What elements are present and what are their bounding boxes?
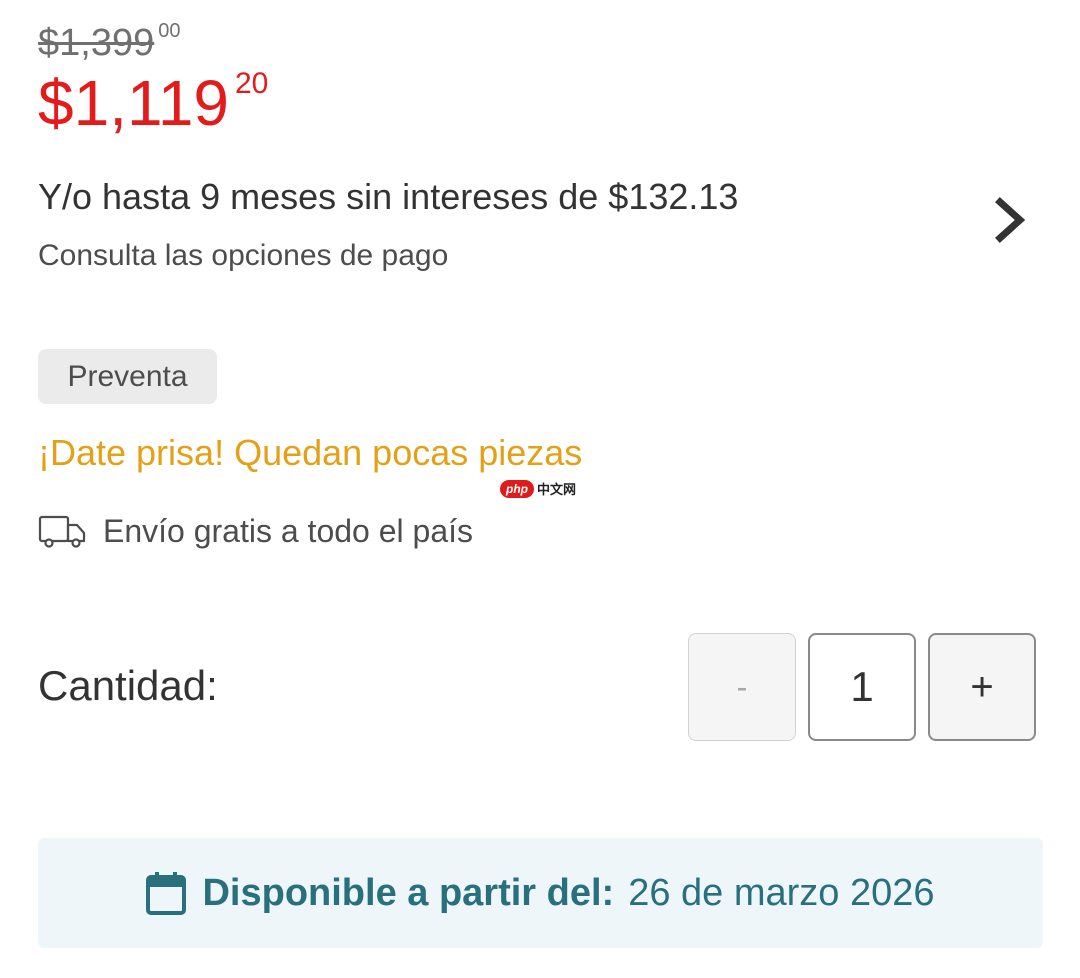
- shipping-label: Envío gratis a todo el país: [103, 513, 473, 549]
- availability-date: 26 de marzo 2026: [628, 871, 935, 914]
- original-price-cents: 00: [158, 20, 181, 42]
- installments-title: Y/o hasta 9 meses sin intereses de $132.…: [38, 176, 739, 217]
- quantity-input[interactable]: 1: [808, 633, 916, 741]
- current-price-whole: $1,119: [38, 67, 229, 139]
- chevron-right-icon: [995, 197, 1026, 243]
- installments-row[interactable]: Y/o hasta 9 meses sin intereses de $132.…: [0, 170, 1080, 280]
- low-stock-warning: ¡Date prisa! Quedan pocas piezas: [38, 432, 583, 473]
- product-purchase-panel: $1,399 00 $1,119 20 Y/o hasta 9 meses sin …: [0, 0, 1080, 978]
- original-price: $1,399 00: [38, 20, 180, 72]
- truck-icon: [38, 515, 86, 548]
- availability-label: Disponible a partir del:: [202, 871, 615, 914]
- presale-badge: Preventa: [38, 349, 217, 404]
- availability-banner: Disponible a partir del: 26 de marzo 202…: [38, 838, 1043, 948]
- quantity-increment-button[interactable]: +: [928, 633, 1036, 741]
- quantity-label: Cantidad:: [38, 662, 218, 709]
- watermark-text: 中文网: [537, 482, 577, 497]
- watermark: php 中文网: [500, 479, 576, 498]
- original-price-whole: $1,399: [38, 22, 155, 64]
- current-price: $1,119 20: [38, 66, 268, 153]
- quantity-decrement-button[interactable]: -: [688, 633, 796, 741]
- payment-options-link: Consulta las opciones de pago: [38, 239, 449, 272]
- watermark-logo: php: [500, 479, 534, 498]
- current-price-cents: 20: [235, 67, 269, 100]
- calendar-icon: [146, 872, 187, 915]
- free-shipping-info: Envío gratis a todo el país: [38, 508, 473, 554]
